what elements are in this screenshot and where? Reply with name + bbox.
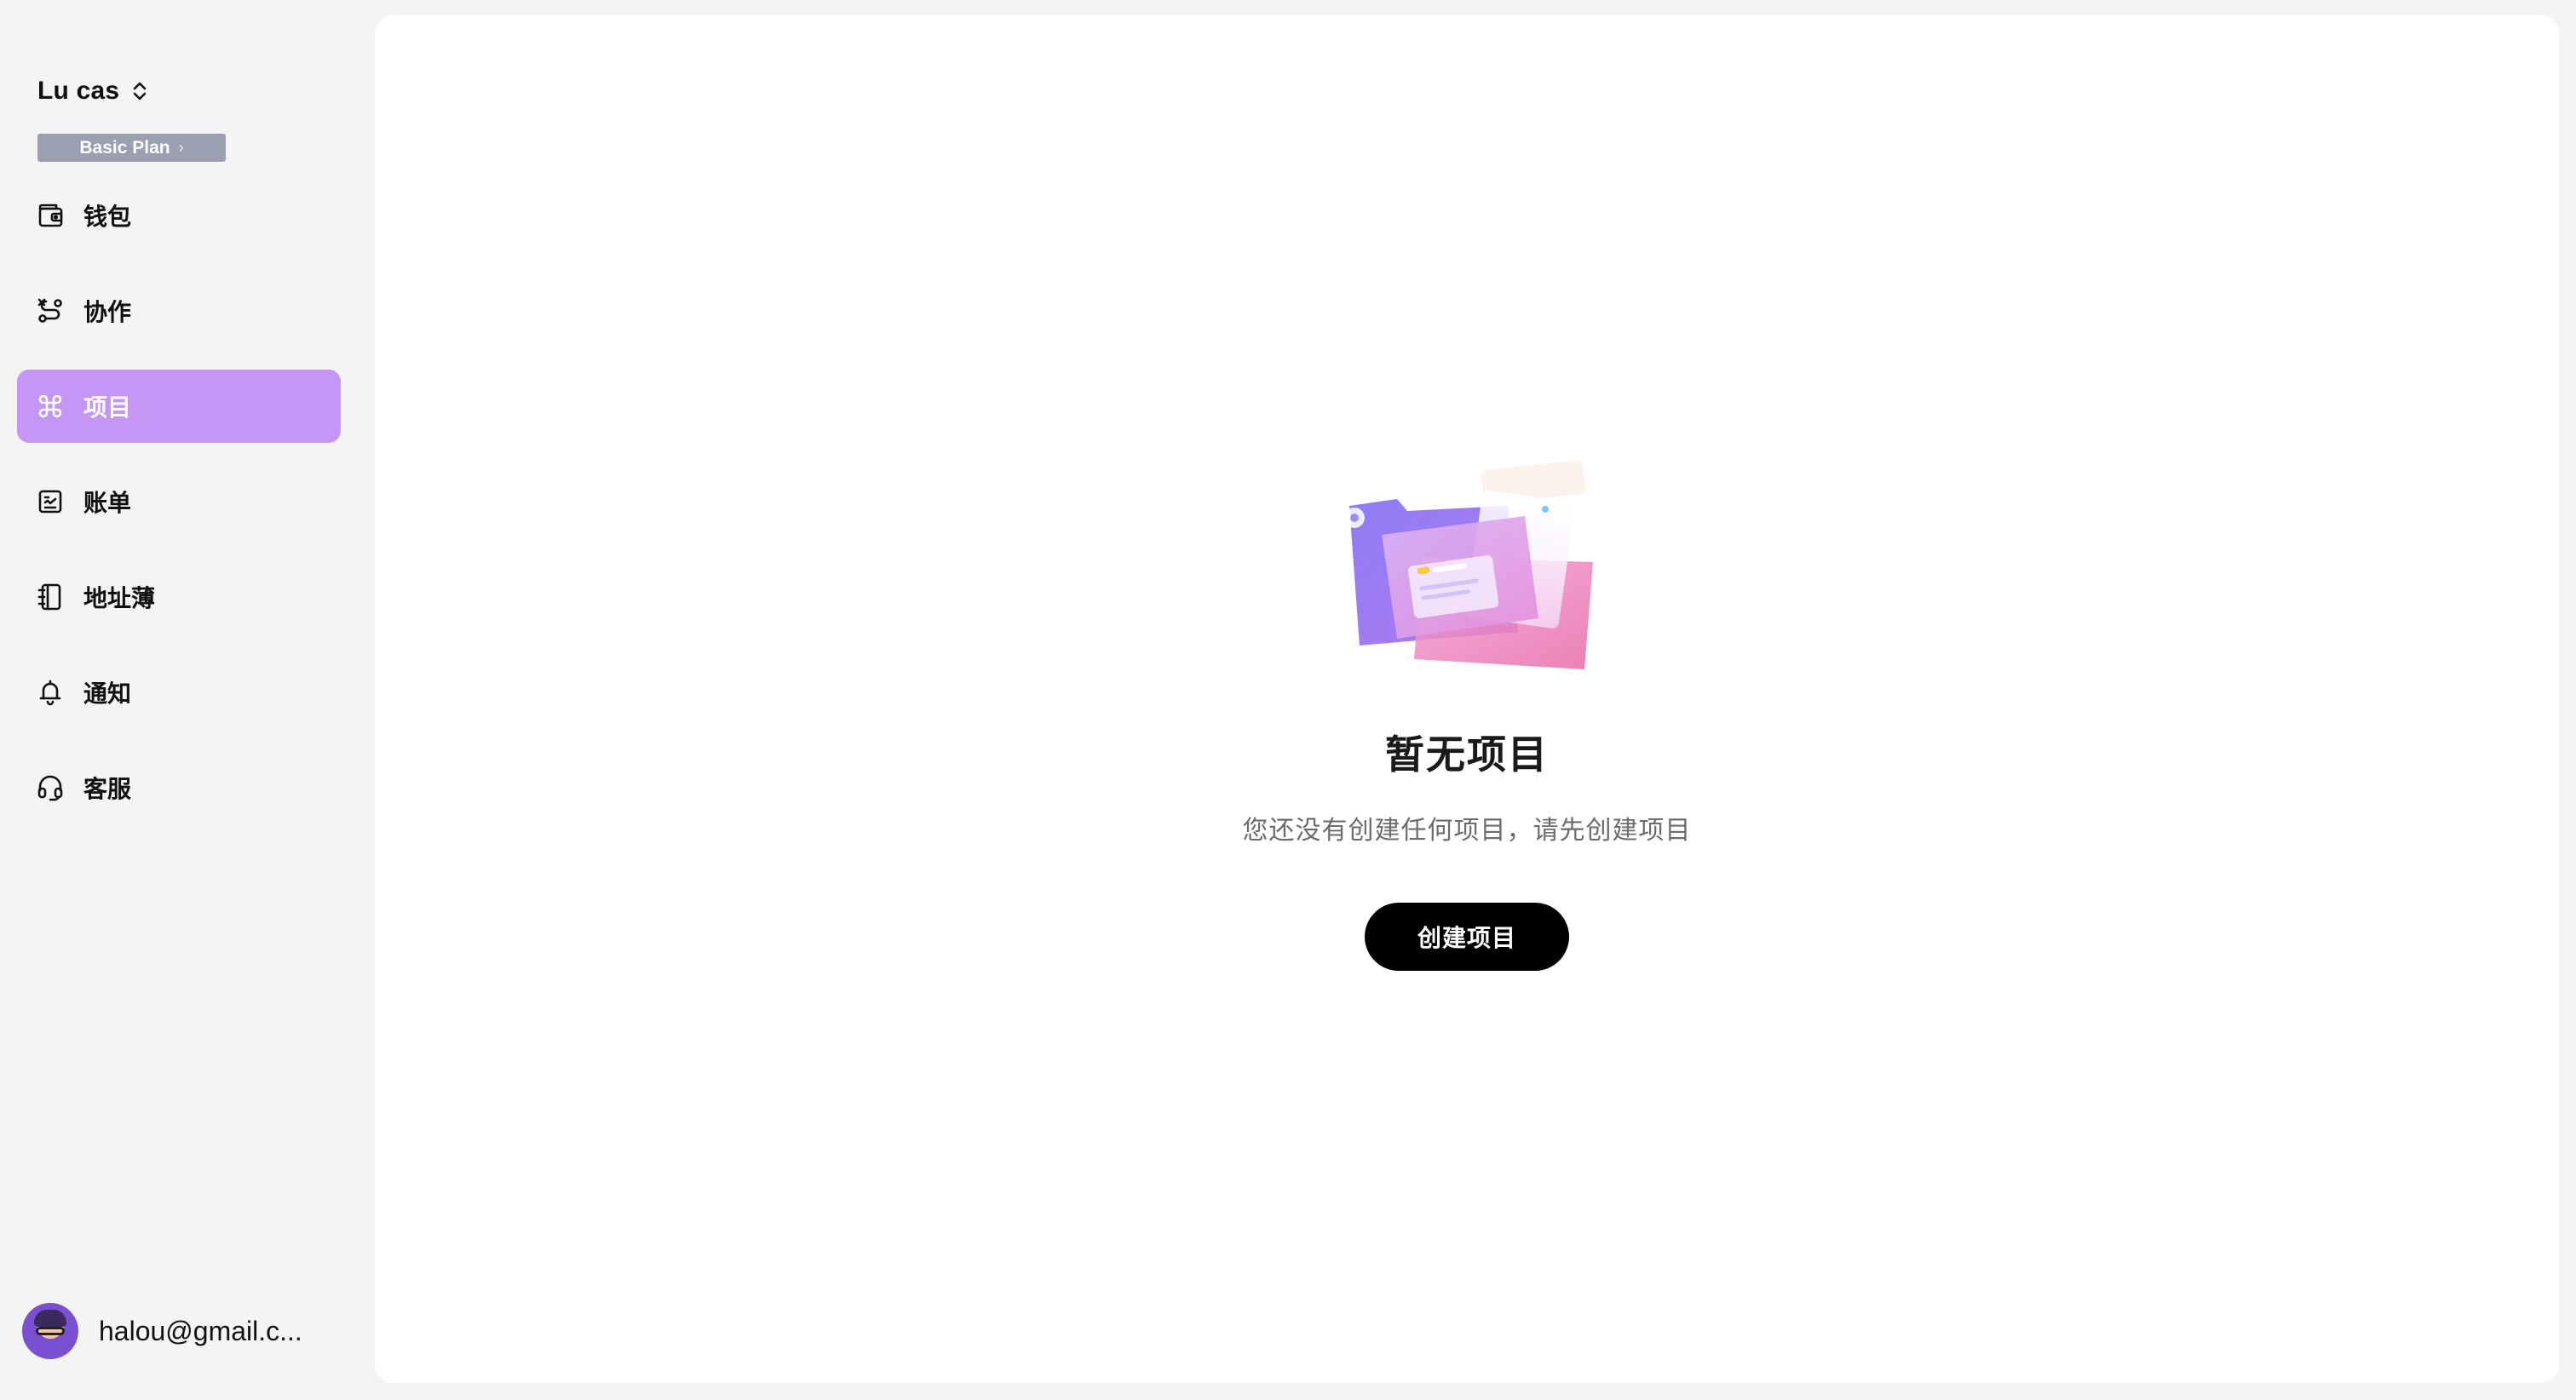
sidebar: Lu cas Basic Plan › 钱包 协作 项目 账单 地址薄 通知 客… [0,0,375,1400]
account-name: Lu cas [37,77,120,105]
address-book-icon [36,582,65,611]
chevron-up-down-icon [131,80,148,102]
sidebar-item-label: 账单 [83,490,132,516]
sidebar-item-label: 协作 [83,299,132,325]
bell-icon [36,678,65,707]
sidebar-nav: 钱包 协作 项目 账单 地址薄 通知 客服 [17,179,341,846]
avatar [22,1303,78,1359]
sidebar-item-label: 钱包 [83,204,132,230]
route-icon [36,296,65,325]
plan-badge[interactable]: Basic Plan › [37,134,226,162]
folder-illustration [1329,456,1610,680]
account-switcher[interactable]: Lu cas [37,77,148,106]
headset-icon [36,773,65,802]
plan-label: Basic Plan [79,137,170,158]
sidebar-item-label: 客服 [83,776,132,802]
sidebar-item-support[interactable]: 客服 [17,751,341,824]
wallet-icon [36,201,65,230]
sidebar-item-bills[interactable]: 账单 [17,465,341,538]
sidebar-item-projects[interactable]: 项目 [17,370,341,443]
receipt-icon [36,487,65,516]
main-panel: 暂无项目 您还没有创建任何项目，请先创建项目 创建项目 [375,15,2559,1383]
empty-description: 您还没有创建任何项目，请先创建项目 [1242,817,1692,845]
sidebar-item-wallet[interactable]: 钱包 [17,179,341,252]
create-project-button[interactable]: 创建项目 [1365,903,1569,971]
app-window: Lu cas Basic Plan › 钱包 协作 项目 账单 地址薄 通知 客… [0,0,2576,1400]
sidebar-item-label: 项目 [83,394,132,421]
sidebar-item-label: 通知 [83,680,132,707]
sidebar-item-label: 地址薄 [83,585,156,611]
empty-title: 暂无项目 [1385,732,1549,777]
chevron-right-icon: › [178,139,184,156]
sidebar-item-address-book[interactable]: 地址薄 [17,560,341,634]
sidebar-item-notifications[interactable]: 通知 [17,656,341,729]
empty-state: 暂无项目 您还没有创建任何项目，请先创建项目 创建项目 [375,15,2559,1383]
command-icon [36,392,65,421]
sidebar-item-collaboration[interactable]: 协作 [17,274,341,347]
user-email: halou@gmail.c... [99,1315,302,1346]
user-profile[interactable]: halou@gmail.c... [22,1303,302,1359]
